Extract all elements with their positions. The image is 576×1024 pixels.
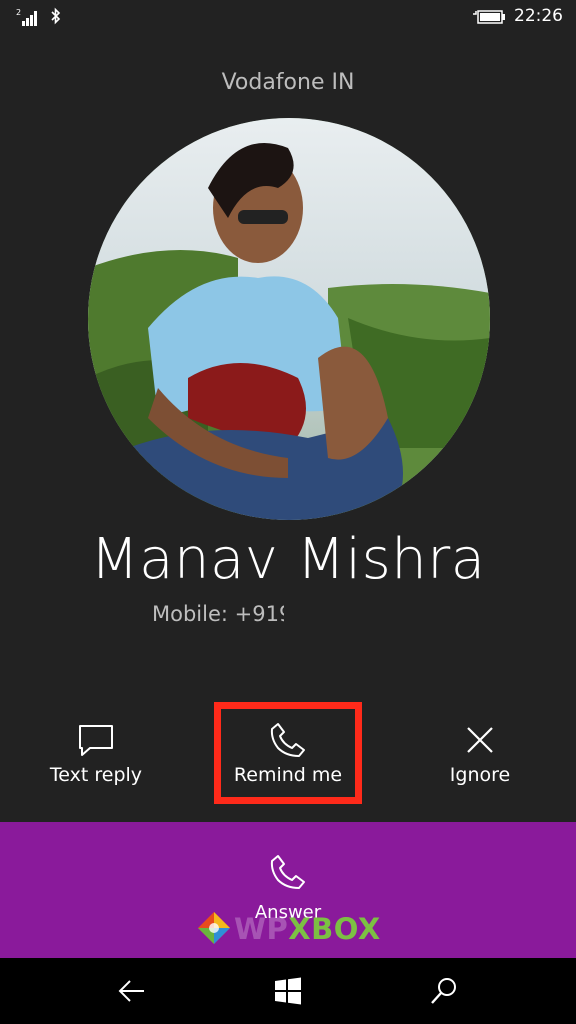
watermark-text-wp: WP [234, 912, 289, 946]
status-time: 22:26 [514, 6, 563, 26]
ignore-label: Ignore [449, 764, 511, 786]
watermark: WPXBOX [196, 908, 380, 948]
ignore-button[interactable]: Ignore [384, 700, 576, 810]
close-icon [467, 727, 493, 753]
watermark-text-xbox: XBOX [288, 912, 381, 946]
text-reply-label: Text reply [49, 764, 143, 786]
caller-photo-image [88, 118, 490, 520]
highlight-box [214, 702, 362, 804]
watermark-logo-icon [198, 912, 230, 944]
caller-name: Manav Mishra [90, 527, 486, 592]
signal-strength-icon: 2 [16, 8, 37, 26]
windows-start-icon[interactable] [272, 975, 304, 1007]
sim-number: 2 [16, 8, 21, 17]
caller-number: Mobile: +919 [152, 602, 284, 626]
message-icon [79, 725, 113, 756]
status-bar: 2 22:26 [0, 0, 576, 34]
phone-icon [270, 855, 305, 889]
bluetooth-icon [51, 7, 61, 25]
caller-photo [88, 118, 490, 520]
navigation-bar [0, 958, 576, 1024]
answer-button[interactable]: Answer WPXBOX [0, 822, 576, 958]
search-icon[interactable] [428, 975, 460, 1007]
watermark-text: WPXBOX [234, 912, 381, 946]
text-reply-button[interactable]: Text reply [0, 700, 192, 810]
carrier-name: Vodafone IN [221, 70, 355, 95]
back-arrow-icon[interactable] [116, 975, 148, 1007]
battery-charging-icon [473, 10, 505, 24]
